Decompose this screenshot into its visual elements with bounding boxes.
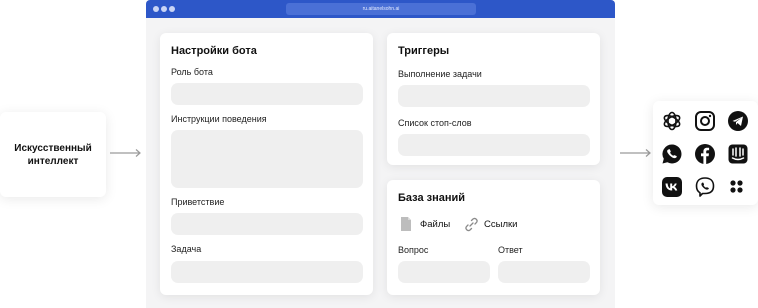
ai-source-title: Искусственный интеллект (14, 142, 92, 167)
role-label: Роль бота (171, 67, 213, 77)
task-completion-input[interactable] (398, 85, 590, 107)
arrow-right-icon (110, 149, 141, 157)
task-label: Задача (171, 244, 202, 254)
facebook-icon[interactable] (694, 143, 716, 165)
greeting-input[interactable] (171, 213, 363, 235)
window-dot-icon (153, 6, 159, 12)
answer-input[interactable] (498, 261, 590, 283)
address-bar[interactable]: ru.aitanelsohn.ai (286, 3, 476, 15)
greeting-label: Приветствие (171, 197, 225, 207)
window-dot-icon (161, 6, 167, 12)
vk-icon[interactable] (661, 176, 683, 198)
stop-words-input[interactable] (398, 134, 590, 156)
answer-label: Ответ (498, 245, 523, 255)
files-tab[interactable]: Файлы (400, 215, 450, 233)
ai-source-box: Искусственный интеллект (0, 112, 106, 197)
dots-icon[interactable] (727, 176, 749, 198)
instagram-icon[interactable] (694, 110, 716, 132)
telegram-icon[interactable] (727, 110, 749, 132)
knowledge-base-title: База знаний (398, 192, 466, 204)
window-dot-icon (169, 6, 175, 12)
task-completion-label: Выполнение задачи (398, 69, 482, 79)
arrow-right-icon (620, 149, 651, 157)
whatsapp-icon[interactable] (661, 143, 683, 165)
link-icon (465, 217, 478, 231)
file-icon (401, 217, 411, 231)
browser-toolbar: ru.aitanelsohn.ai (146, 0, 615, 18)
bot-settings-card: Настройки бота Роль бота Инструкции пове… (160, 33, 373, 295)
role-input[interactable] (171, 83, 363, 105)
instructions-label: Инструкции поведения (171, 114, 267, 124)
stop-words-label: Список стоп-слов (398, 118, 472, 128)
triggers-card: Триггеры Выполнение задачи Список стоп-с… (387, 33, 600, 165)
instructions-textarea[interactable] (171, 130, 363, 188)
knowledge-base-card: База знаний Файлы Ссылки Вопрос Ответ (387, 180, 600, 295)
intercom-icon[interactable] (727, 143, 749, 165)
viber-icon[interactable] (694, 176, 716, 198)
task-input[interactable] (171, 261, 363, 283)
links-tab[interactable]: Ссылки (464, 215, 517, 233)
openai-icon[interactable] (661, 110, 683, 132)
question-input[interactable] (398, 261, 490, 283)
links-label: Ссылки (484, 218, 518, 230)
triggers-title: Триггеры (398, 45, 450, 57)
bot-settings-title: Настройки бота (171, 45, 257, 57)
question-label: Вопрос (398, 245, 429, 255)
channels-box (653, 101, 758, 205)
files-label: Файлы (420, 218, 451, 230)
